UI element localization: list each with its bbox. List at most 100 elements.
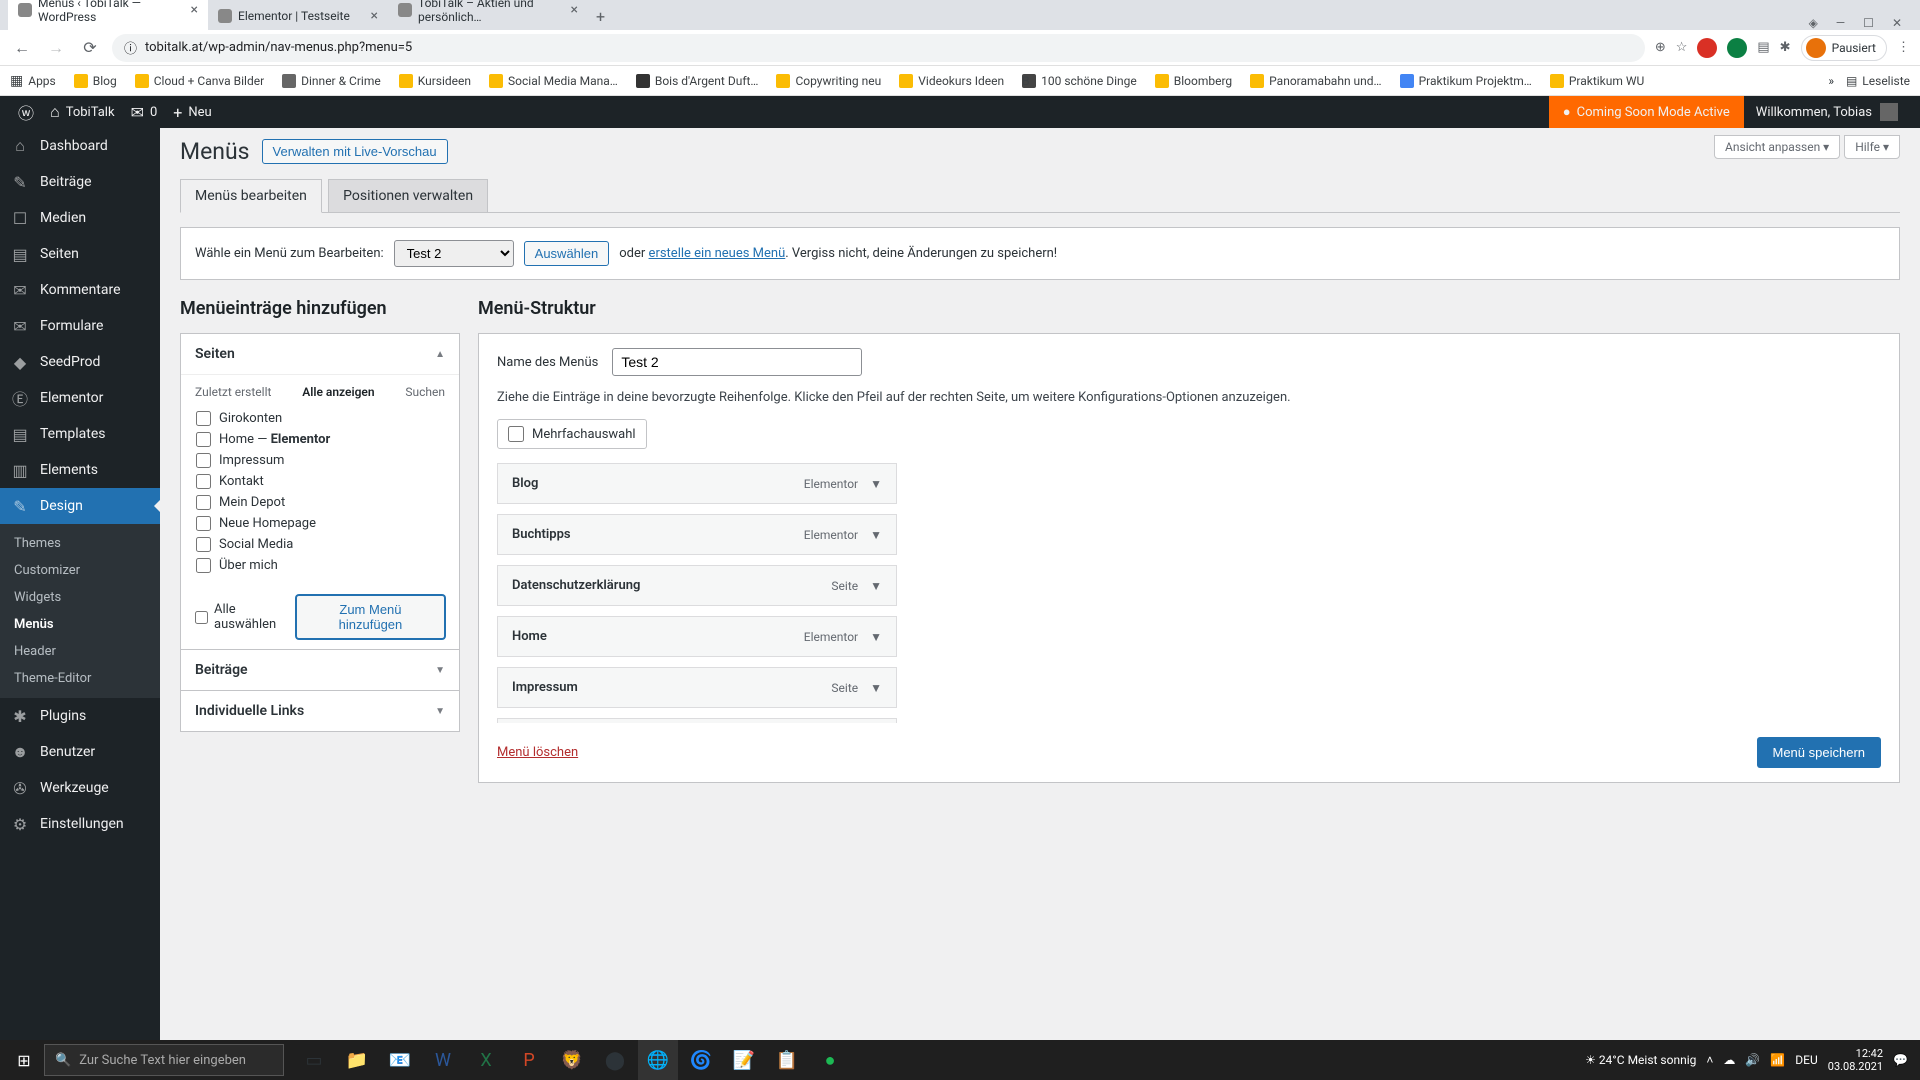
bookmark-item[interactable]: Praktikum WU — [1550, 74, 1644, 88]
sidebar-item-medien[interactable]: ☐Medien — [0, 200, 160, 236]
bookmark-star-icon[interactable]: ☆ — [1676, 40, 1688, 55]
sidebar-item-seiten[interactable]: ▤Seiten — [0, 236, 160, 272]
language-indicator[interactable]: DEU — [1795, 1053, 1817, 1067]
bookmark-item[interactable]: Copywriting neu — [776, 74, 881, 88]
notepad-icon[interactable]: 📝 — [724, 1040, 764, 1080]
taskbar-search[interactable]: 🔍 Zur Suche Text hier eingeben — [44, 1044, 284, 1076]
submenu-item-widgets[interactable]: Widgets — [0, 584, 160, 611]
menu-structure-item[interactable]: KontaktSeite▼ — [497, 718, 897, 723]
zoom-icon[interactable]: ⊕ — [1655, 40, 1666, 55]
sidebar-item-templates[interactable]: ▤Templates — [0, 416, 160, 452]
chevron-down-icon[interactable]: ▼ — [870, 528, 882, 542]
start-button[interactable]: ⊞ — [4, 1040, 44, 1080]
browser-tab[interactable]: Menüs ‹ TobiTalk — WordPress × — [8, 0, 208, 30]
excel-icon[interactable]: X — [466, 1040, 506, 1080]
submenu-item-header[interactable]: Header — [0, 638, 160, 665]
onedrive-icon[interactable]: ☁ — [1723, 1053, 1735, 1067]
screen-options-toggle[interactable]: Ansicht anpassen ▾ — [1714, 135, 1840, 159]
site-info-icon[interactable]: ⓘ — [124, 38, 137, 57]
app-icon[interactable]: 📋 — [767, 1040, 807, 1080]
menu-icon[interactable]: ⋮ — [1897, 40, 1910, 55]
explorer-icon[interactable]: 📁 — [337, 1040, 377, 1080]
maximize-icon[interactable]: ☐ — [1863, 16, 1874, 30]
spotify-icon[interactable]: ● — [810, 1040, 850, 1080]
bookmark-item[interactable]: B100 schöne Dinge — [1022, 74, 1137, 88]
submenu-item-customizer[interactable]: Customizer — [0, 557, 160, 584]
bookmark-item[interactable]: Kursideen — [399, 74, 471, 88]
sidebar-item-elements[interactable]: ▥Elements — [0, 452, 160, 488]
accordion-pages[interactable]: Seiten ▲ — [181, 334, 459, 374]
new-tab-button[interactable]: + — [588, 3, 613, 30]
page-checkbox-item[interactable]: Neue Homepage — [196, 513, 440, 534]
select-all-checkbox[interactable]: Alle auswählen — [195, 602, 296, 632]
page-checkbox-item[interactable]: Mein Depot — [196, 492, 440, 513]
bookmark-item[interactable]: Panoramabahn und… — [1250, 74, 1381, 88]
delete-menu-link[interactable]: Menü löschen — [497, 745, 578, 760]
create-menu-link[interactable]: erstelle ein neues Menü — [649, 246, 786, 261]
address-bar[interactable]: ⓘ tobitalk.at/wp-admin/nav-menus.php?men… — [112, 34, 1645, 62]
sidebar-item-seedprod[interactable]: ◆SeedProd — [0, 344, 160, 380]
reading-list-icon[interactable]: ▤ — [1757, 40, 1769, 55]
bulk-select-checkbox[interactable]: Mehrfachauswahl — [497, 419, 647, 449]
powerpoint-icon[interactable]: P — [509, 1040, 549, 1080]
page-checkbox-item[interactable]: Über mich — [196, 555, 440, 576]
tab-view-all[interactable]: Alle anzeigen — [302, 385, 374, 399]
tab-search[interactable]: Suchen — [405, 385, 445, 399]
new-content-menu[interactable]: +Neu — [165, 96, 219, 128]
overflow-icon[interactable]: » — [1828, 74, 1834, 88]
menu-structure-item[interactable]: ImpressumSeite▼ — [497, 667, 897, 708]
reading-list-button[interactable]: ▤ Leseliste — [1846, 74, 1910, 88]
chevron-down-icon[interactable]: ▼ — [870, 681, 882, 695]
page-checkbox-item[interactable]: Kontakt — [196, 471, 440, 492]
extension-icon[interactable] — [1727, 38, 1747, 58]
obs-icon[interactable]: ⬤ — [595, 1040, 635, 1080]
sidebar-item-dashboard[interactable]: ⌂Dashboard — [0, 128, 160, 164]
browser-tab[interactable]: TobiTalk – Aktien und persönlich… × — [388, 0, 588, 30]
forward-icon[interactable]: → — [44, 38, 68, 58]
reload-icon[interactable]: ⟳ — [78, 38, 102, 57]
page-checkbox-item[interactable]: Girokonten — [196, 408, 440, 429]
notification-icon[interactable]: 💬 — [1893, 1053, 1908, 1067]
close-icon[interactable]: ✕ — [1892, 16, 1902, 30]
sidebar-item-kommentare[interactable]: ✉Kommentare — [0, 272, 160, 308]
sidebar-item-elementor[interactable]: ⒺElementor — [0, 380, 160, 416]
coming-soon-badge[interactable]: ● Coming Soon Mode Active — [1549, 96, 1744, 128]
bookmark-item[interactable]: Blog — [74, 74, 117, 88]
menu-structure-item[interactable]: HomeElementor▼ — [497, 616, 897, 657]
sidebar-item-einstellungen[interactable]: ⚙Einstellungen — [0, 806, 160, 842]
submenu-item-theme-editor[interactable]: Theme-Editor — [0, 665, 160, 692]
menu-structure-item[interactable]: DatenschutzerklärungSeite▼ — [497, 565, 897, 606]
add-to-menu-button[interactable]: Zum Menü hinzufügen — [296, 595, 445, 639]
extensions-icon[interactable]: ✱ — [1780, 40, 1791, 55]
profile-button[interactable]: Pausiert — [1801, 35, 1887, 61]
chevron-down-icon[interactable]: ▼ — [870, 630, 882, 644]
sidebar-item-design[interactable]: ✎Design — [0, 488, 160, 524]
back-icon[interactable]: ← — [10, 38, 34, 58]
close-icon[interactable]: × — [371, 8, 378, 24]
volume-icon[interactable]: 🔊 — [1745, 1053, 1760, 1067]
bookmark-item[interactable]: ▦Apps — [10, 73, 56, 89]
wifi-icon[interactable]: 📶 — [1770, 1053, 1785, 1067]
sidebar-item-werkzeuge[interactable]: ✇Werkzeuge — [0, 770, 160, 806]
wp-logo-menu[interactable]: ⓦ — [10, 96, 42, 128]
submenu-item-themes[interactable]: Themes — [0, 530, 160, 557]
menu-name-input[interactable] — [612, 348, 862, 376]
accordion-custom-links[interactable]: Individuelle Links ▼ — [181, 691, 459, 731]
word-icon[interactable]: W — [423, 1040, 463, 1080]
sidebar-item-benutzer[interactable]: ☻Benutzer — [0, 734, 160, 770]
bookmark-item[interactable]: Bloomberg — [1155, 74, 1232, 88]
sidebar-item-beiträge[interactable]: ✎Beiträge — [0, 164, 160, 200]
live-preview-button[interactable]: Verwalten mit Live-Vorschau — [262, 139, 448, 164]
edge-icon[interactable]: 🌀 — [681, 1040, 721, 1080]
bookmark-item[interactable]: Dinner & Crime — [282, 74, 381, 88]
close-icon[interactable]: × — [571, 2, 578, 18]
taskbar-clock[interactable]: 12:42 03.08.2021 — [1828, 1047, 1883, 1073]
weather-widget[interactable]: ☀ 24°C Meist sonnig — [1585, 1053, 1696, 1067]
sidebar-item-plugins[interactable]: ✱Plugins — [0, 698, 160, 734]
menu-structure-item[interactable]: BlogElementor▼ — [497, 463, 897, 504]
chrome-icon[interactable]: 🌐 — [638, 1040, 678, 1080]
page-checkbox-item[interactable]: Social Media — [196, 534, 440, 555]
page-checkbox-item[interactable]: Home — Elementor — [196, 429, 440, 450]
user-greeting[interactable]: Willkommen, Tobias — [1744, 103, 1910, 121]
tray-chevron-icon[interactable]: ˄ — [1706, 1053, 1713, 1067]
